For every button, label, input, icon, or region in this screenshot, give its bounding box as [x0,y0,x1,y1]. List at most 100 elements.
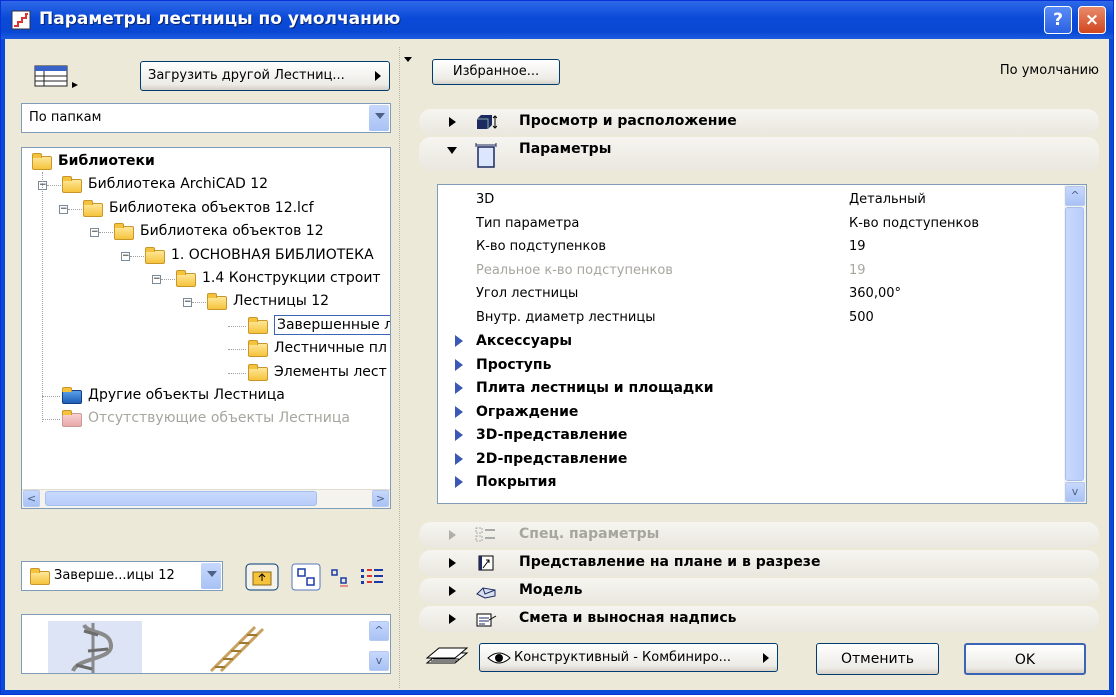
tree-item[interactable]: Лестничные пл [22,338,390,358]
library-view-icon[interactable] [34,63,82,89]
tree-item[interactable]: Отсутствующие объекты Лестница [22,408,390,428]
tree-item[interactable]: − 1. ОСНОВНАЯ БИБЛИОТЕКА [22,245,390,265]
group-expand-icon[interactable] [455,358,463,371]
param-row[interactable]: Реальное к-во подступенков 19 [438,260,1062,282]
list-view-icon[interactable] [359,565,385,589]
params-scroll-thumb[interactable] [1065,207,1084,481]
preview-panel: ^ v [21,614,391,674]
param-group-row[interactable]: Плита лестницы и площадки [438,377,1062,399]
param-value[interactable]: Детальный [849,189,926,211]
tree-expander-icon[interactable]: − [59,204,68,214]
collapsed-triangle-icon[interactable] [449,586,456,596]
param-row[interactable]: Внутр. диаметр лестницы 500 [438,307,1062,329]
objects-folder-icon [62,387,82,404]
preview-scroll-up-button[interactable]: ^ [369,621,389,641]
group-expand-icon[interactable] [455,452,463,465]
collapsed-triangle-icon[interactable] [449,614,456,624]
layer-select-value: Конструктивный - Комбиниро... [514,650,732,665]
library-tree[interactable]: Библиотеки − Библиотека ArchiCAD 12 − Библио… [21,147,391,509]
folder-icon [83,199,103,217]
collapsed-triangle-icon[interactable] [449,117,456,127]
param-name: Угол лестницы [476,286,579,301]
section-model[interactable]: Модель [419,578,1099,604]
window-border-bottom [1,690,1113,694]
section-parameters[interactable]: Параметры [419,137,1099,171]
tree-item[interactable]: − 1.4 Конструкции строит [22,268,390,288]
scroll-right-button[interactable]: > [372,490,389,507]
params-scroll-up-button[interactable]: ^ [1065,186,1085,206]
param-value[interactable]: К-во подступенков [849,213,979,235]
group-expand-icon[interactable] [455,382,463,394]
tree-item[interactable]: − Библиотека объектов 12 [22,221,390,241]
param-row[interactable]: Угол лестницы 360,00° [438,283,1062,305]
group-expand-icon[interactable] [455,476,463,488]
section-label: Представление на плане и в разрезе [519,554,821,570]
param-group-row[interactable]: Проступь [438,354,1062,376]
param-group-row[interactable]: 2D-представление [438,448,1062,470]
param-value[interactable]: 360,00° [849,283,901,305]
dropdown-arrow-icon[interactable] [201,563,221,589]
param-name: Тип параметра [476,215,580,231]
folder-select[interactable]: Заверше...ицы 12 [21,561,223,591]
tree-item-label: 1. ОСНОВНАЯ БИБЛИОТЕКА [171,246,374,263]
load-other-stair-button[interactable]: Загрузить другой Лестниц... [140,61,390,91]
group-expand-icon[interactable] [455,335,463,347]
expanded-triangle-icon[interactable] [447,147,457,154]
tree-hscroll-thumb[interactable] [45,491,317,506]
param-group-row[interactable]: 3D-представление [438,424,1062,446]
close-button[interactable]: × [1078,6,1106,34]
layers-icon[interactable] [425,643,469,671]
panel-splitter[interactable] [399,47,416,688]
small-icons-view-icon[interactable] [329,565,353,589]
preview-tile-selected[interactable] [48,621,142,673]
tree-item[interactable]: Библиотеки [22,151,390,171]
missing-folder-icon [62,410,82,428]
splitter-arrow-icon[interactable] [404,57,412,62]
scroll-left-button[interactable]: < [23,490,40,507]
dropdown-arrow-icon[interactable] [369,105,389,131]
tree-item[interactable]: Другие объекты Лестница [22,385,390,405]
preview-scroll-down-button[interactable]: v [369,651,389,671]
parameters-list[interactable]: 3D Детальный Тип параметра К-во подступенко… [437,184,1087,504]
ok-button[interactable]: OK [964,643,1086,675]
param-value[interactable]: 19 [849,236,866,258]
tree-expander-icon[interactable]: − [90,228,99,238]
tree-item[interactable]: − Библиотека ArchiCAD 12 [22,174,390,194]
tree-item[interactable]: − Лестницы 12 [22,291,390,311]
param-row[interactable]: Тип параметра К-во подступенков [438,213,1062,235]
params-scroll-down-button[interactable]: v [1065,482,1085,502]
cancel-button[interactable]: Отменить [816,643,939,675]
param-group-row[interactable]: Ограждение [438,401,1062,423]
section-view-placement[interactable]: Просмотр и расположение [419,109,1099,135]
listing-label-icon [476,613,497,627]
tree-hscrollbar[interactable]: < > [22,489,390,508]
tree-expander-icon[interactable]: − [152,275,161,284]
section-plan-section[interactable]: Представление на плане и в разрезе [419,550,1099,576]
straight-stair-thumbnail[interactable] [207,623,267,673]
param-value[interactable]: 500 [849,307,874,329]
section-listing-label[interactable]: Смета и выносная надпись [419,606,1099,632]
tree-expander-icon[interactable]: − [183,298,192,308]
param-group-row[interactable]: Аксессуары [438,330,1062,352]
param-row[interactable]: 3D Детальный [438,189,1062,211]
collapsed-triangle-icon[interactable] [449,558,456,568]
folder-up-button[interactable] [245,563,279,591]
param-group-row[interactable]: Покрытия [438,471,1062,493]
tree-item[interactable]: − Библиотека объектов 12.lcf [22,198,390,218]
tree-item[interactable]: Элементы лест [22,362,390,382]
param-name: Проступь [476,356,552,373]
tree-item-label: Другие объекты Лестница [88,387,285,403]
help-button[interactable]: ? [1044,6,1072,34]
param-row[interactable]: К-во подступенков 19 [438,236,1062,258]
favorites-button[interactable]: Избранное... [432,59,560,85]
view-mode-select[interactable]: По папкам [21,103,391,133]
title-bar[interactable]: Параметры лестницы по умолчанию ? × [1,1,1113,39]
group-expand-icon[interactable] [455,429,463,441]
large-icons-view-icon[interactable] [291,563,321,591]
params-vscrollbar[interactable]: ^ v [1064,185,1086,503]
tree-item[interactable]: Завершенные л [22,314,390,335]
tree-expander-icon[interactable]: − [121,251,130,261]
group-expand-icon[interactable] [455,405,463,418]
layer-select-button[interactable]: Конструктивный - Комбиниро... [479,643,778,672]
tree-item-label: Завершенные л [274,314,390,335]
